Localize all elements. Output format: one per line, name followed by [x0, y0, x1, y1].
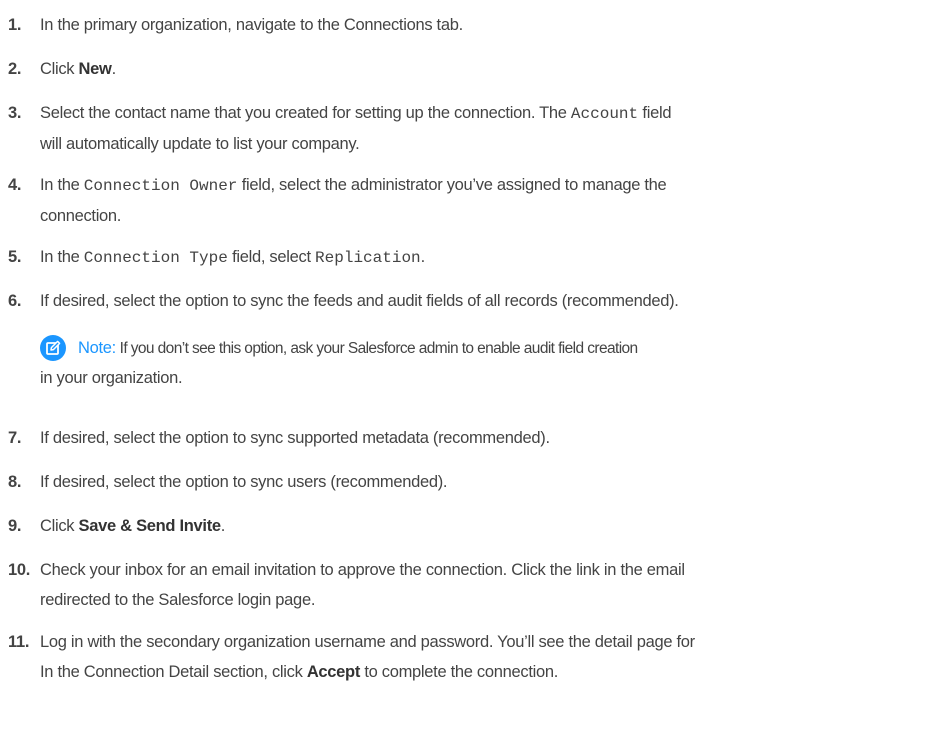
step-text-line2: redirected to the Salesforce login page. — [40, 591, 316, 609]
step-number: 1. — [8, 16, 22, 34]
step-text: Log in with the secondary organization u… — [40, 633, 695, 651]
step-10: 10. Check your inbox for an email invita… — [8, 555, 685, 615]
note-label: Note: — [78, 339, 116, 357]
note-text-continued: in your organization. — [40, 369, 183, 387]
step-number: 4. — [8, 176, 22, 194]
step-6: 6. If desired, select the option to sync… — [8, 286, 679, 316]
ui-label-new: New — [78, 60, 112, 78]
step-text: Click — [40, 60, 79, 78]
ui-label-save-send-invite: Save & Send Invite — [78, 517, 222, 535]
step-text-end: field, select the administrator you’ve a… — [237, 176, 667, 194]
step-text-end: . — [420, 248, 426, 266]
step-number: 11. — [8, 633, 30, 651]
field-name-code: Connection Owner — [83, 177, 238, 195]
step-text-mid: field, select — [227, 248, 316, 266]
step-number: 5. — [8, 248, 22, 266]
step-3: 3. Select the contact name that you crea… — [8, 98, 672, 159]
step-4: 4. In the Connection Owner field, select… — [8, 170, 667, 231]
edit-note-icon — [40, 335, 66, 361]
field-name-code: Connection Type — [83, 249, 228, 267]
step-1: 1. In the primary organization, navigate… — [8, 10, 463, 40]
step-number: 10. — [8, 561, 31, 579]
note-text: If you don’t see this option, ask your S… — [115, 340, 639, 357]
ui-label-accept: Accept — [306, 663, 361, 681]
step-text-end: . — [220, 517, 226, 535]
step-number: 9. — [8, 517, 22, 535]
step-number: 7. — [8, 429, 22, 447]
step-text: If desired, select the option to sync th… — [40, 292, 679, 310]
step-text: If desired, select the option to sync su… — [40, 429, 550, 447]
step-text: Click — [40, 517, 79, 535]
step-text: In the — [40, 248, 84, 266]
step-9: 9. Click Save & Send Invite. — [8, 511, 225, 541]
step-text: If desired, select the option to sync us… — [40, 473, 448, 491]
step-text-end: to complete the connection. — [360, 663, 559, 681]
step-text: In the — [40, 176, 84, 194]
field-value-code: Replication — [315, 249, 421, 267]
step-text-line2: In the Connection Detail section, click — [40, 663, 307, 681]
step-number: 2. — [8, 60, 22, 78]
step-text: Select the contact name that you created… — [40, 104, 571, 122]
note-text-line2: in your organization. — [8, 363, 183, 393]
step-text-end: field — [638, 104, 672, 122]
step-number: 8. — [8, 473, 22, 491]
step-text-line2: connection. — [40, 207, 122, 225]
step-number: 3. — [8, 104, 22, 122]
step-5: 5. In the Connection Type field, select … — [8, 242, 425, 273]
step-11: 11. Log in with the secondary organizati… — [8, 627, 695, 687]
field-name-code: Account — [570, 105, 639, 123]
step-text-line2: will automatically update to list your c… — [40, 135, 360, 153]
step-text-end: . — [111, 60, 117, 78]
step-2: 2. Click New. — [8, 54, 116, 84]
step-number: 6. — [8, 292, 22, 310]
step-text: Check your inbox for an email invitation… — [40, 561, 685, 579]
step-text: In the primary organization, navigate to… — [40, 16, 463, 34]
step-7: 7. If desired, select the option to sync… — [8, 423, 550, 453]
note-callout: Note: If you don’t see this option, ask … — [8, 333, 638, 364]
step-8: 8. If desired, select the option to sync… — [8, 467, 448, 497]
